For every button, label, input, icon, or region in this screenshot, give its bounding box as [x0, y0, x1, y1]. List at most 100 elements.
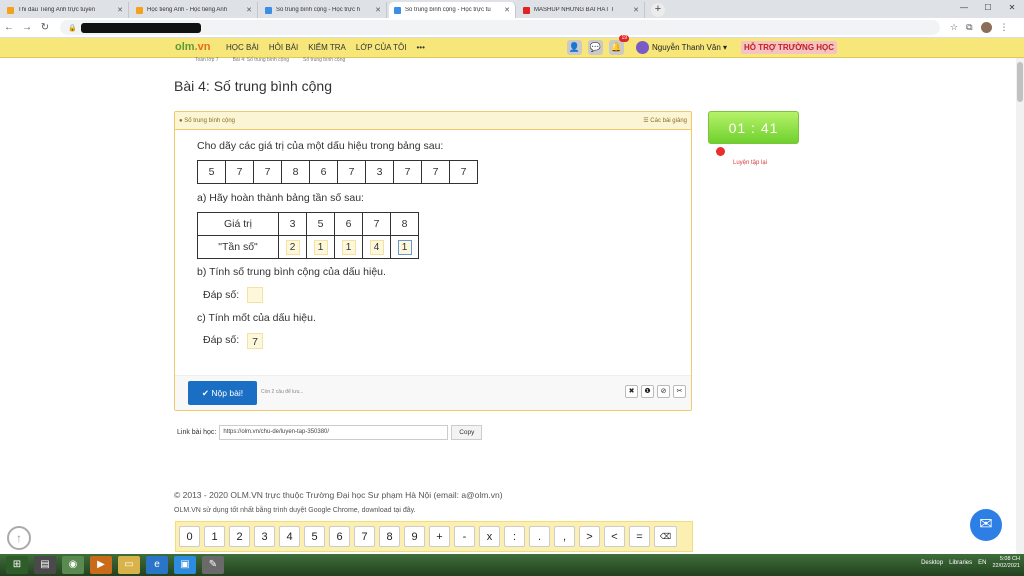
- backspace-key[interactable]: ⌫: [654, 526, 677, 547]
- url-field[interactable]: 🔒: [60, 20, 940, 35]
- keypad-key[interactable]: <: [604, 526, 625, 547]
- scrollbar-thumb[interactable]: [1017, 62, 1023, 102]
- browser-tab[interactable]: Thi đấu Tiếng Anh trực tuyến ✕: [2, 2, 129, 18]
- frequency-input[interactable]: 1: [313, 239, 328, 255]
- messenger-icon[interactable]: ✉: [970, 509, 1002, 541]
- tab-favicon-icon: [523, 6, 530, 14]
- player-icon[interactable]: ▶: [90, 556, 112, 574]
- chat-icon[interactable]: 💬: [588, 40, 603, 55]
- keypad-key[interactable]: 2: [229, 526, 250, 547]
- site-logo[interactable]: olm.vn: [175, 41, 210, 53]
- value-cell: 3: [278, 212, 307, 236]
- question-prompt: Cho dãy các giá trị của một dấu hiệu tro…: [197, 140, 444, 152]
- frequency-cell: 2: [278, 235, 307, 259]
- frequency-input[interactable]: 4: [369, 239, 384, 255]
- answer-b-input[interactable]: [247, 287, 263, 303]
- desktop-toolbar[interactable]: Desktop: [921, 560, 943, 566]
- keypad-key[interactable]: :: [504, 526, 525, 547]
- copy-button[interactable]: Copy: [451, 425, 483, 440]
- browser-tab[interactable]: Số trung bình cộng - Học trực tu ✕: [389, 2, 516, 18]
- clock[interactable]: 5:08 CH 22/02/2021: [992, 556, 1020, 570]
- keypad-key[interactable]: .: [529, 526, 550, 547]
- tab-favicon-icon: [265, 6, 272, 14]
- lectures-link[interactable]: ☰ Các bài giảng: [643, 117, 687, 124]
- reload-icon[interactable]: ↻: [36, 22, 54, 33]
- support-link[interactable]: HỖ TRỢ TRƯỜNG HỌC: [741, 41, 838, 54]
- menu-item[interactable]: HỎI BÀI: [269, 43, 298, 52]
- keypad-key[interactable]: 0: [179, 526, 200, 547]
- minimize-button[interactable]: —: [952, 0, 976, 16]
- folder-icon[interactable]: ▭: [118, 556, 140, 574]
- keypad-key[interactable]: 3: [254, 526, 275, 547]
- frequency-input[interactable]: 1: [397, 239, 412, 255]
- taskbar: ⊞ ▤ ◉ ▶ ▭ e ▣ ✎ Desktop Libraries EN 5:0…: [0, 554, 1024, 576]
- answer-b-label: Đáp số:: [203, 289, 240, 301]
- system-tray: Desktop Libraries EN 5:08 CH 22/02/2021: [921, 556, 1020, 570]
- tab-close-icon[interactable]: ✕: [375, 6, 381, 14]
- frequency-input[interactable]: 2: [285, 239, 300, 255]
- close-window-button[interactable]: ✕: [1000, 0, 1024, 16]
- lesson-link-field[interactable]: https://olm.vn/chu-de/luyen-tap-350380/: [219, 425, 449, 440]
- add-friend-icon[interactable]: 👤: [567, 40, 582, 55]
- frequency-table: Giá trị 3 5 6 7 8 "Tần số" 2 1 1 4 1: [197, 212, 419, 259]
- info-tool-icon[interactable]: ❶: [641, 385, 654, 398]
- keypad-key[interactable]: -: [454, 526, 475, 547]
- menu-item[interactable]: LỚP CỦA TÔI: [356, 43, 407, 52]
- keypad-key[interactable]: 6: [329, 526, 350, 547]
- forward-icon[interactable]: →: [18, 22, 36, 33]
- keypad-key[interactable]: 1: [204, 526, 225, 547]
- kebab-menu-icon[interactable]: ⋮: [1000, 22, 1009, 33]
- tab-title: Số trung bình cộng - Học trực tu: [405, 7, 491, 13]
- keypad-key[interactable]: +: [429, 526, 450, 547]
- keypad-key[interactable]: 7: [354, 526, 375, 547]
- browser-tab[interactable]: MASHUP NHỮNG BÀI HÁT T ✕: [518, 2, 645, 18]
- retry-link[interactable]: Luyện tập lại: [733, 160, 767, 166]
- browser-tab[interactable]: Số trung bình cộng - Học trực h ✕: [260, 2, 387, 18]
- frequency-input[interactable]: 1: [341, 239, 356, 255]
- keypad-key[interactable]: 8: [379, 526, 400, 547]
- libraries-toolbar[interactable]: Libraries: [949, 560, 972, 566]
- profile-avatar[interactable]: [980, 22, 992, 33]
- keypad-key[interactable]: =: [629, 526, 650, 547]
- back-icon[interactable]: ←: [0, 22, 18, 33]
- start-icon[interactable]: ⊞: [6, 556, 28, 574]
- keypad-key[interactable]: 5: [304, 526, 325, 547]
- chrome-icon[interactable]: ◉: [62, 556, 84, 574]
- frequency-cell: 1: [334, 235, 363, 259]
- tool-app-icon[interactable]: ✎: [202, 556, 224, 574]
- answer-c-input[interactable]: 7: [247, 333, 263, 349]
- puzzle-icon[interactable]: ⧉: [966, 22, 972, 33]
- breadcrumb-item[interactable]: Toán lớp 7: [195, 57, 219, 63]
- keypad-key[interactable]: x: [479, 526, 500, 547]
- close-tool-icon[interactable]: ✖: [625, 385, 638, 398]
- tab-close-icon[interactable]: ✕: [504, 6, 510, 14]
- tab-close-icon[interactable]: ✕: [633, 6, 639, 14]
- tab-close-icon[interactable]: ✕: [246, 6, 252, 14]
- user-menu[interactable]: Nguyễn Thanh Vân ▾: [636, 41, 727, 54]
- breadcrumb-item[interactable]: Số trung bình cộng: [303, 57, 345, 63]
- keypad-key[interactable]: 4: [279, 526, 300, 547]
- page-scrollbar[interactable]: [1016, 58, 1024, 554]
- notification-icon[interactable]: 🔔 19: [609, 35, 629, 55]
- notification-badge: 19: [619, 35, 629, 42]
- browser-tab[interactable]: Học tiếng Anh - Học tiếng Anh ✕: [131, 2, 258, 18]
- browser-app-icon[interactable]: e: [146, 556, 168, 574]
- star-icon[interactable]: ☆: [950, 22, 958, 33]
- menu-item[interactable]: •••: [416, 43, 424, 52]
- keypad-key[interactable]: 9: [404, 526, 425, 547]
- media-app-icon[interactable]: ▤: [34, 556, 56, 574]
- scroll-up-icon[interactable]: ↑: [7, 526, 31, 550]
- keypad-key[interactable]: >: [579, 526, 600, 547]
- keypad-key[interactable]: ,: [554, 526, 575, 547]
- language-indicator[interactable]: EN: [978, 560, 986, 566]
- menu-item[interactable]: KIỂM TRA: [308, 43, 346, 52]
- block-tool-icon[interactable]: ⊘: [657, 385, 670, 398]
- submit-button[interactable]: ✔ Nộp bài!: [188, 381, 257, 405]
- breadcrumb-item[interactable]: Bài 4: Số trung bình cộng: [233, 57, 289, 63]
- menu-item[interactable]: HỌC BÀI: [226, 43, 259, 52]
- new-tab-button[interactable]: +: [651, 3, 665, 17]
- cut-tool-icon[interactable]: ✂: [673, 385, 686, 398]
- zoom-icon[interactable]: ▣: [174, 556, 196, 574]
- tab-close-icon[interactable]: ✕: [117, 6, 123, 14]
- maximize-button[interactable]: ☐: [976, 0, 1000, 16]
